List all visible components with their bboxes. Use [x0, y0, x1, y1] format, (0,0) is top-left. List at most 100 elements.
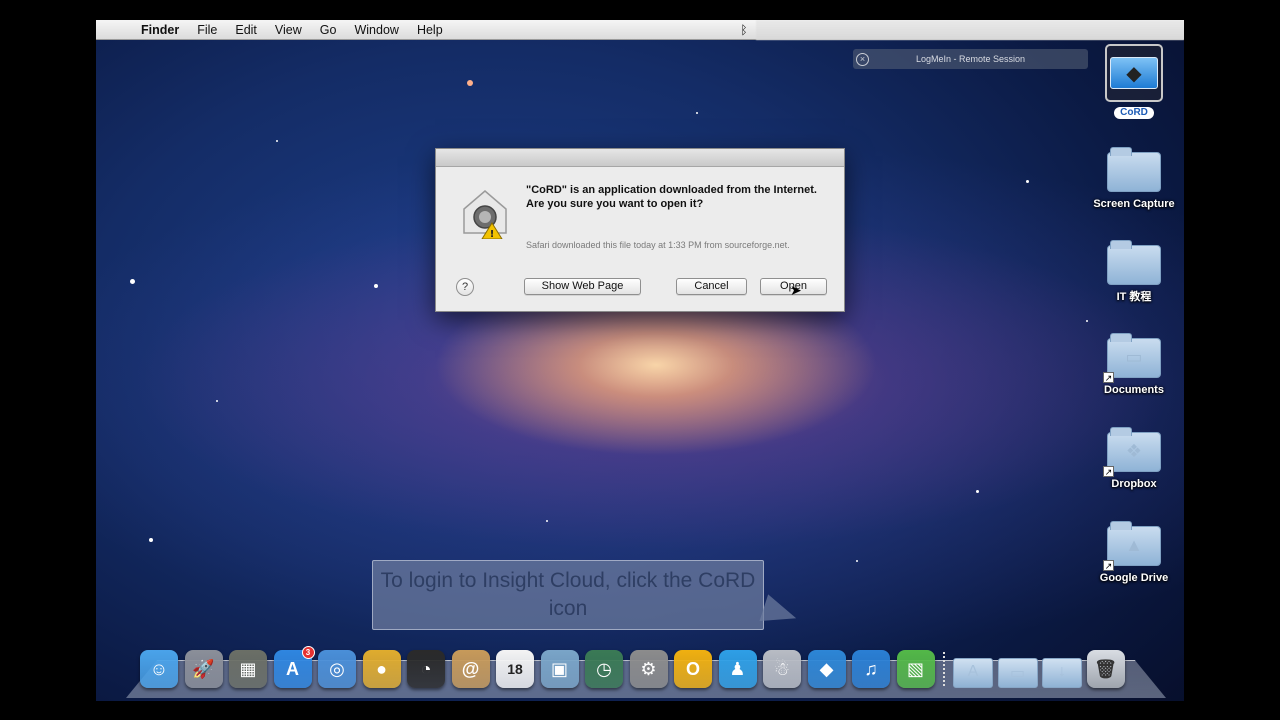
trash-glyph: 🗑 [1094, 658, 1117, 679]
security-warning-dialog: ! "CoRD" is an application downloaded fr… [435, 148, 845, 312]
documents-folder-icon: ▭ ↗ [1103, 333, 1161, 383]
dock-finder-icon[interactable]: ☺ [140, 650, 178, 688]
logmein-title: LogMeIn - Remote Session [915, 54, 1026, 64]
menu-go[interactable]: Go [311, 20, 346, 40]
dock-launchpad-icon[interactable]: 🚀 [184, 650, 223, 688]
show-web-page-button[interactable]: Show Web Page [524, 278, 641, 295]
star [467, 80, 473, 86]
dock-icon-glyph: 18 [507, 661, 523, 677]
dock-safari-icon[interactable]: ◎ [318, 650, 356, 688]
desktop-icon-label: IT 教程 [1116, 291, 1152, 303]
star [1026, 180, 1029, 183]
desktop-icon-label: Dropbox [1111, 478, 1157, 490]
star [976, 490, 979, 493]
menu-window[interactable]: Window [345, 20, 407, 40]
menu-finder[interactable]: Finder [132, 20, 188, 40]
mouse-pointer-icon: ➤ [790, 282, 802, 298]
menu-bar: Finder File Edit View Go Window Help ᛒ [96, 20, 1184, 40]
dock-icon-glyph: ☃ [773, 658, 791, 679]
desktop-icon-label: Google Drive [1099, 572, 1169, 584]
star [374, 284, 378, 288]
dock-dashboard-icon[interactable]: ◔ [407, 650, 445, 688]
svg-text:!: ! [490, 229, 495, 239]
callout-text: To login to Insight Cloud, click the CoR… [380, 569, 756, 620]
dock-downloads-folder-icon[interactable]: ↓ [1042, 658, 1082, 688]
dock-image-capture-icon[interactable]: ▦ [229, 650, 267, 688]
dock-documents-folder-icon[interactable]: ▭ [997, 658, 1038, 688]
drive-glyph-icon: ▲ [1125, 535, 1143, 555]
desktop-icon-label: Documents [1104, 384, 1164, 396]
desktop-icon-cord[interactable]: ◆ CoRD [1089, 44, 1179, 120]
star [216, 400, 218, 402]
dock-separator[interactable] [943, 652, 945, 686]
dock-icon-glyph: ▦ [239, 658, 257, 679]
alias-arrow-icon: ↗ [1103, 372, 1114, 383]
callout-pointer [759, 594, 801, 632]
dock-messenger-icon[interactable]: ♟ [718, 650, 757, 688]
status-area: ᛒ [736, 20, 1184, 40]
cord-app-icon: ◆ [1110, 57, 1158, 89]
dock-contacts-icon[interactable]: @ [451, 650, 490, 688]
dock-icon-glyph: @ [461, 658, 480, 679]
desktop-icon-documents[interactable]: ▭ ↗ Documents [1089, 333, 1179, 397]
menu-help[interactable]: Help [408, 20, 452, 40]
dock-icon-glyph: A [286, 658, 299, 679]
menu-edit[interactable]: Edit [226, 20, 266, 40]
dock-automator-icon[interactable]: ☃ [763, 650, 801, 688]
dropbox-glyph-icon: ❖ [1125, 441, 1143, 461]
dock-icon-glyph: ◷ [596, 658, 612, 679]
cancel-button[interactable]: Cancel [676, 278, 747, 295]
star [130, 279, 135, 284]
dock-preview-icon[interactable]: ▣ [540, 650, 579, 688]
desktop-icon-dropbox[interactable]: ❖ ↗ Dropbox [1089, 427, 1179, 491]
document-glyph-icon: ▭ [1125, 347, 1143, 367]
dock-applications-folder-icon[interactable]: A [953, 658, 993, 688]
notification-badge: 3 [301, 646, 315, 659]
dock: ☺ 🚀 ▦ A 3 ◎ ● ◔ @18 ▣ ◷ ⚙ O ♟ ☃ ◆ ♫ ▧ A ▭ ↓ 🗑 [140, 644, 1131, 688]
dialog-detail: Safari downloaded this file today at 1:3… [526, 240, 790, 250]
star [276, 140, 278, 142]
dock-calendar-icon[interactable]: 18 [496, 650, 534, 688]
gatekeeper-warning-icon: ! [463, 190, 507, 239]
dock-outlook-icon[interactable]: O [674, 650, 712, 688]
dock-icon-glyph: ◔ [420, 658, 432, 679]
star [149, 538, 153, 542]
cord-selection-box: ◆ [1105, 44, 1163, 102]
alias-arrow-icon: ↗ [1103, 560, 1114, 571]
dock-icon-glyph: ◎ [329, 658, 345, 679]
google-drive-folder-icon: ▲ ↗ [1103, 521, 1161, 571]
dock-icon-glyph: ◆ [819, 658, 834, 679]
desktop-icon-it[interactable]: IT 教程 [1089, 240, 1179, 304]
desktop-icon-google-drive[interactable]: ▲ ↗ Google Drive [1089, 521, 1179, 585]
dialog-message: "CoRD" is an application downloaded from… [526, 184, 817, 210]
desktop-icon-label: CoRD [1114, 107, 1154, 119]
folder-icon [1107, 147, 1161, 192]
dock-icon-glyph: 🚀 [192, 658, 215, 679]
desktop-icon-screen-capture[interactable]: Screen Capture [1089, 147, 1179, 211]
bluetooth-icon[interactable]: ᛒ [736, 23, 752, 37]
star [856, 560, 858, 562]
dock-trash-icon[interactable]: 🗑 [1086, 650, 1125, 688]
blurred-status-items [756, 20, 1184, 40]
dock-itunes-icon[interactable]: ♫ [852, 650, 890, 688]
tutorial-callout: To login to Insight Cloud, click the CoR… [372, 560, 801, 632]
star [1086, 320, 1088, 322]
dialog-titlebar [436, 149, 844, 167]
dock-archive-utility-icon[interactable]: ▧ [896, 650, 935, 688]
dock-system-preferences-icon[interactable]: ⚙ [629, 650, 668, 688]
dock-app-store-icon[interactable]: A3 [273, 646, 315, 688]
menu-file[interactable]: File [188, 20, 226, 40]
alias-arrow-icon: ↗ [1103, 466, 1114, 477]
dock-cord-icon[interactable]: ◆ [807, 650, 846, 688]
folder-icon [1107, 240, 1161, 285]
desktop-icon-label: Screen Capture [1093, 198, 1175, 210]
close-icon[interactable]: × [856, 52, 869, 66]
menu-view[interactable]: View [266, 20, 311, 40]
dock-icon-glyph: O [685, 658, 700, 679]
dock-chrome-icon[interactable]: ● [362, 650, 401, 688]
dock-icon-glyph: ⚙ [640, 658, 657, 679]
help-button[interactable]: ? [456, 278, 474, 296]
dock-time-machine-icon[interactable]: ◷ [585, 650, 623, 688]
dock-icon-glyph: ☺ [149, 658, 169, 679]
dock-icon-glyph: ▣ [550, 658, 568, 679]
